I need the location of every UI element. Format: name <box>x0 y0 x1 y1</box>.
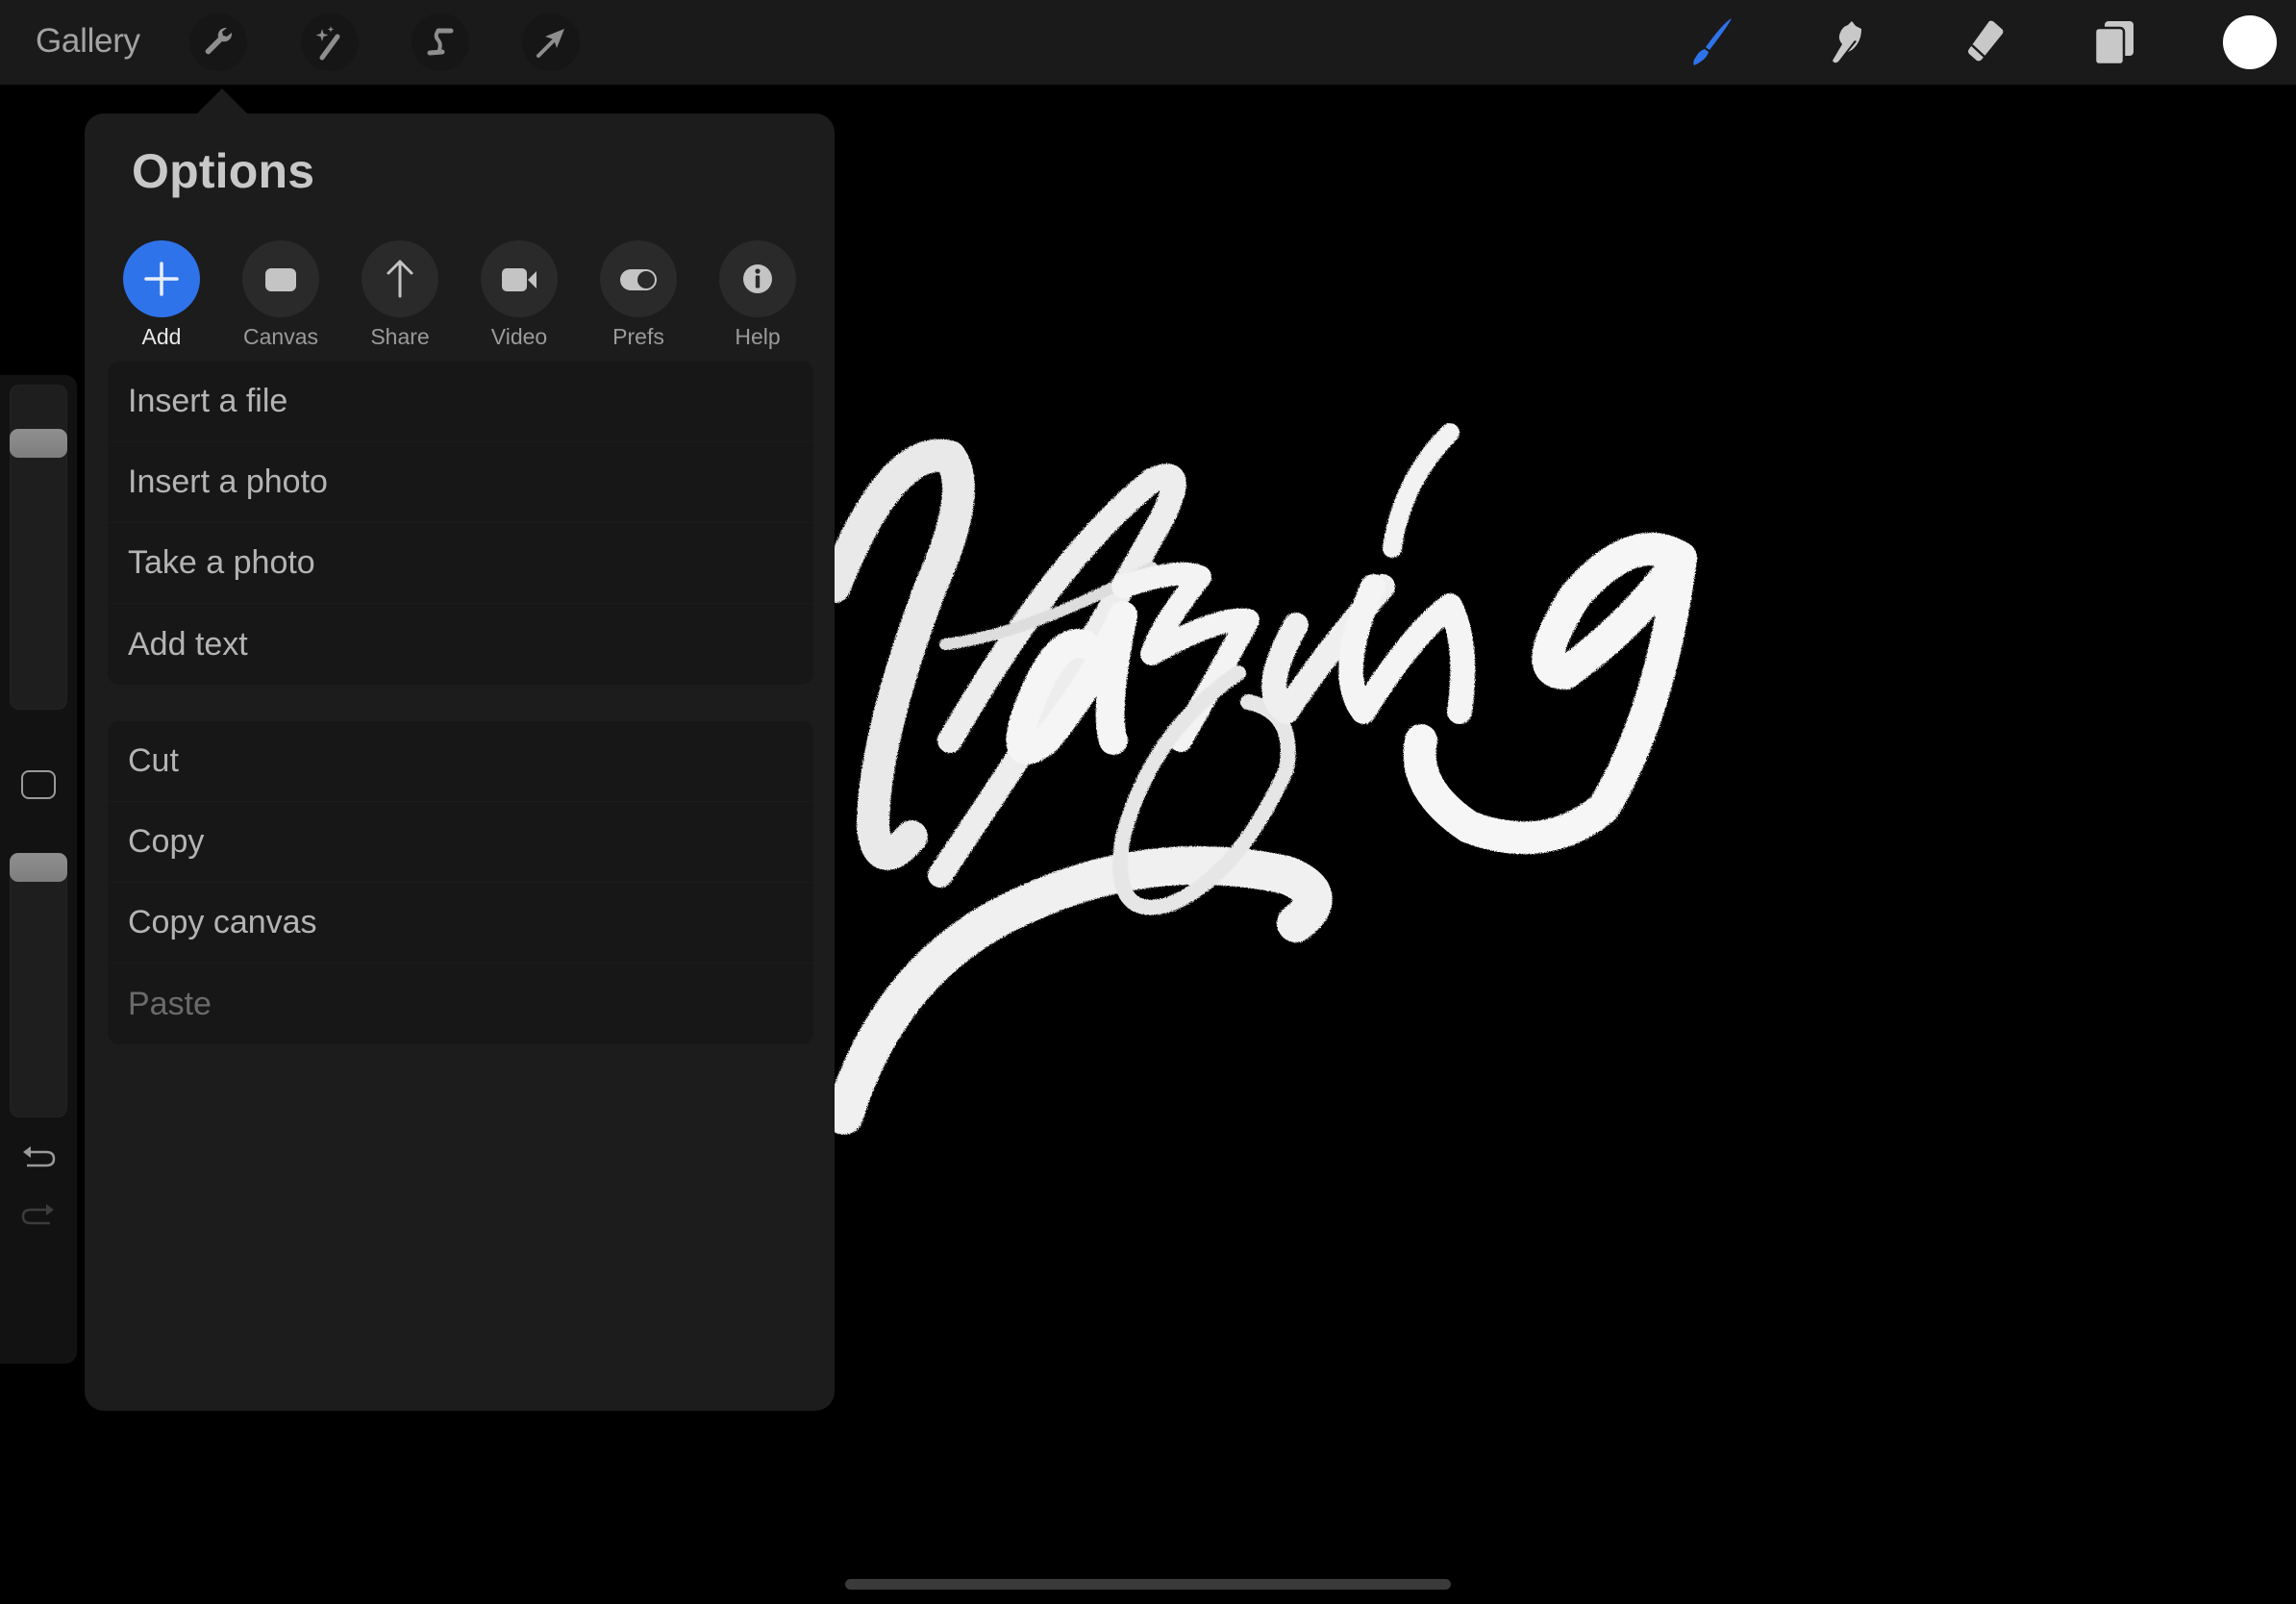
brush-tool-button[interactable] <box>1681 13 1742 71</box>
plus-icon <box>144 262 179 296</box>
menu-group-clipboard: Cut Copy Copy canvas Paste <box>108 721 813 1044</box>
video-camera-icon <box>502 268 537 291</box>
paintbrush-icon <box>1693 18 1732 65</box>
selection-s-icon <box>427 28 454 56</box>
arrow-cursor-icon <box>537 29 564 58</box>
brush-tip <box>1693 49 1709 65</box>
action-help[interactable]: Help <box>705 240 811 350</box>
popover-arrow <box>197 88 247 113</box>
adjustments-button[interactable] <box>301 13 359 71</box>
modify-square-icon[interactable] <box>21 770 56 799</box>
stroke-l-swash <box>835 439 975 870</box>
share-arrow-icon <box>387 260 413 298</box>
stroke-a <box>1006 601 1137 764</box>
menu-item-paste[interactable]: Paste <box>108 964 813 1044</box>
home-indicator[interactable] <box>845 1579 1451 1590</box>
menu-item-insert-file[interactable]: Insert a file <box>108 362 813 442</box>
menu-item-take-photo[interactable]: Take a photo <box>108 523 813 604</box>
gallery-button[interactable]: Gallery <box>36 18 140 64</box>
redo-icon[interactable] <box>19 1200 58 1229</box>
brush-size-slider[interactable] <box>10 385 67 710</box>
info-icon <box>743 264 772 293</box>
action-prefs[interactable]: Prefs <box>586 240 691 350</box>
panel-title: Options <box>132 144 315 198</box>
action-canvas[interactable]: Canvas <box>228 240 334 350</box>
options-panel: Options Add Canvas Share Video Prefs Hel… <box>85 113 835 1411</box>
menu-item-cut[interactable]: Cut <box>108 721 813 802</box>
eraser-tool-button[interactable] <box>1949 13 2010 71</box>
top-toolbar: Gallery <box>0 0 2296 85</box>
eraser-icon <box>1968 20 2004 62</box>
wrench-icon <box>205 27 233 55</box>
undo-icon[interactable] <box>19 1142 58 1171</box>
smudge-tool-button[interactable] <box>1815 13 1877 71</box>
action-add[interactable]: Add <box>109 240 214 350</box>
opacity-slider[interactable] <box>10 853 67 1117</box>
canvas-icon <box>265 268 296 291</box>
brush-size-thumb[interactable] <box>10 429 67 458</box>
action-video[interactable]: Video <box>466 240 572 350</box>
menu-item-insert-photo[interactable]: Insert a photo <box>108 442 813 523</box>
left-sidebar <box>0 375 77 1364</box>
menu-item-add-text[interactable]: Add text <box>108 604 813 685</box>
menu-item-copy[interactable]: Copy <box>108 802 813 883</box>
layers-icon <box>2093 21 2134 66</box>
layers-button[interactable] <box>2084 13 2145 71</box>
transform-button[interactable] <box>522 13 580 71</box>
smudge-finger-icon <box>1833 21 1861 63</box>
color-picker-button[interactable] <box>2223 15 2277 69</box>
stroke-base-swash <box>835 846 1333 1135</box>
brush-handle <box>1706 18 1732 50</box>
toggle-icon <box>620 269 657 290</box>
opacity-thumb[interactable] <box>10 853 67 882</box>
menu-item-copy-canvas[interactable]: Copy canvas <box>108 883 813 964</box>
stroke-n <box>1338 574 1476 724</box>
selection-button[interactable] <box>412 13 469 71</box>
actions-button[interactable] <box>189 13 247 71</box>
stroke-i-dot <box>1383 423 1460 558</box>
action-share[interactable]: Share <box>347 240 453 350</box>
menu-group-insert: Insert a file Insert a photo Take a phot… <box>108 362 813 685</box>
canvas-lettering-artwork[interactable] <box>835 423 1719 1135</box>
magic-wand-icon <box>315 26 340 61</box>
